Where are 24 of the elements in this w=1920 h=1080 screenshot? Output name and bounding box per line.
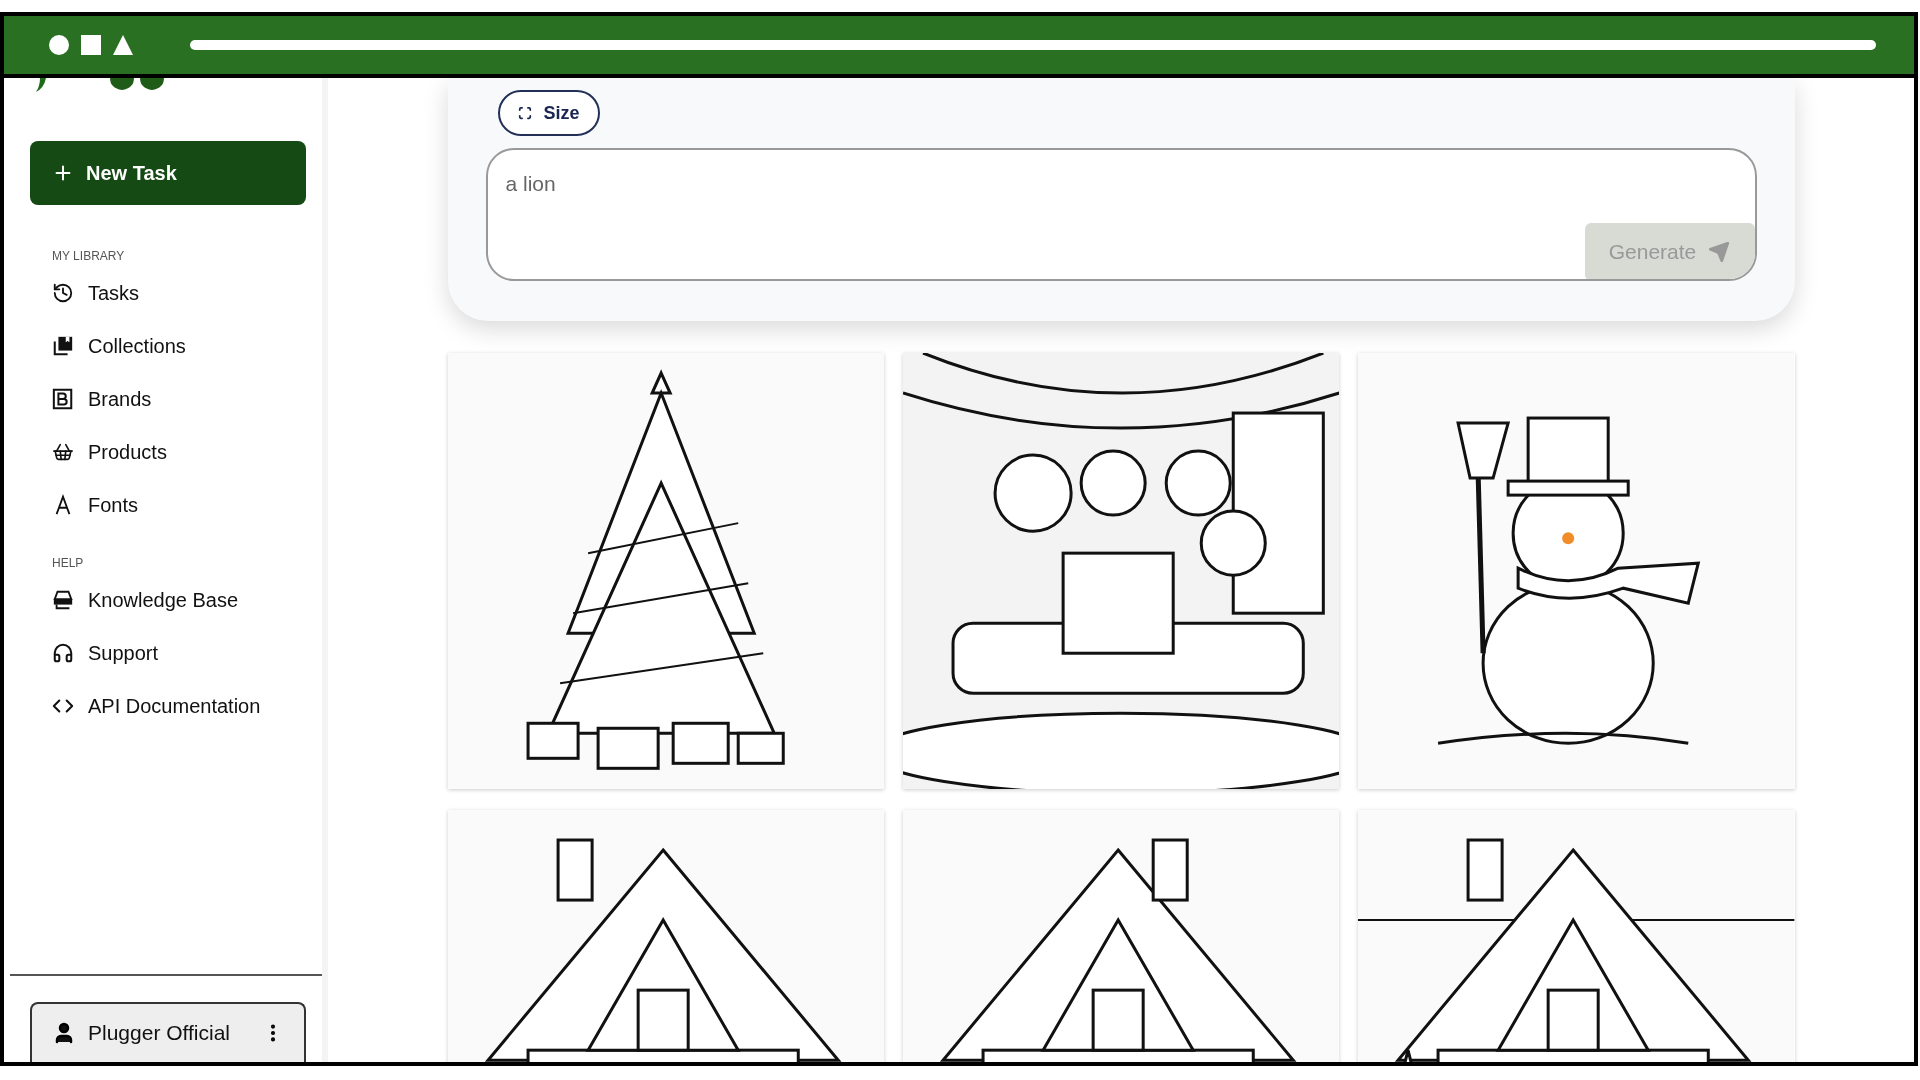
stacked-cards-icon (52, 334, 74, 357)
expand-icon (517, 106, 532, 120)
circle-icon (48, 34, 70, 56)
user-card[interactable]: Plugger Official (30, 1002, 306, 1062)
sidebar-item[interactable]: Collections (52, 322, 322, 369)
history-icon (52, 281, 74, 304)
sidebar-item[interactable]: API Documentation (52, 682, 322, 729)
printer-icon (52, 588, 74, 611)
size-button[interactable]: Size (497, 90, 600, 136)
headset-icon (52, 641, 74, 664)
new-task-button[interactable]: New Task (30, 141, 306, 205)
sidebar-item[interactable]: Products (52, 428, 322, 475)
sidebar-item[interactable]: Tasks (52, 269, 322, 316)
user-name: Plugger Official (88, 1020, 232, 1047)
sidebar-item[interactable]: Fonts (52, 481, 322, 528)
section-heading: HELP (52, 556, 85, 570)
sidebar-item[interactable]: Knowledge Base (52, 576, 322, 623)
sidebar-item[interactable]: Support (52, 629, 322, 676)
square-icon (80, 34, 102, 56)
section-heading: MY LIBRARY (52, 249, 126, 263)
bold-square-icon (52, 387, 74, 410)
sidebar-item[interactable]: Brands (52, 375, 322, 422)
send-icon (1708, 241, 1731, 263)
triangle-icon (112, 34, 134, 56)
